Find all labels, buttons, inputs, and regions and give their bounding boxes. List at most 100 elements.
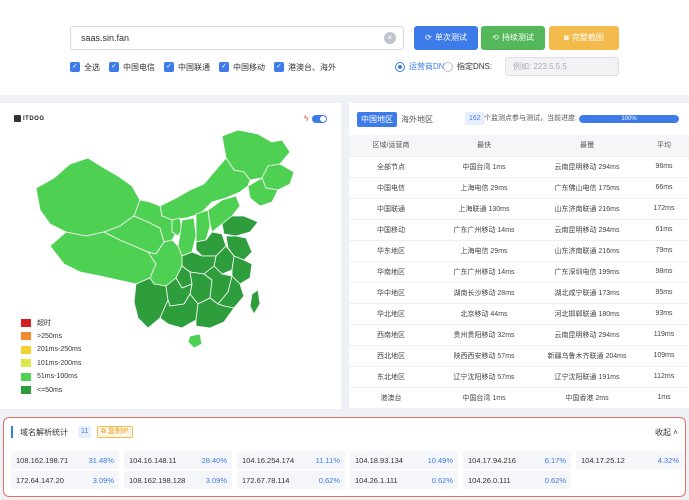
- ip-percentage: 0.62%: [431, 475, 453, 485]
- filter-unicom[interactable]: ✓ 中国联通: [164, 62, 210, 73]
- ip-percentage: 10.49%: [427, 455, 453, 465]
- section-accent-bar: [11, 426, 13, 438]
- check-icon[interactable]: ✓: [274, 62, 284, 72]
- region-taiwan[interactable]: [249, 289, 261, 315]
- legend-label: 101ms-200ms: [37, 359, 82, 367]
- tab-mainland[interactable]: 中国地区: [357, 112, 397, 127]
- legend-row: 201ms-250ms: [21, 343, 81, 357]
- logo-text: ITDOG: [23, 115, 45, 122]
- refresh-icon: ⟳: [425, 33, 432, 42]
- domain-search-box[interactable]: ×: [70, 26, 404, 50]
- cell-average: 66ms: [639, 177, 689, 199]
- tab-overseas[interactable]: 海外地区: [401, 112, 433, 127]
- region-jilin[interactable]: [261, 163, 295, 191]
- dns-isp-option[interactable]: 运营商DNS: [395, 61, 450, 72]
- cell-fastest: 中国台湾 1ms: [433, 156, 535, 178]
- cell-fastest: 陕西西安移动 57ms: [433, 345, 535, 367]
- cell-slowest: 辽宁沈阳联通 191ms: [535, 366, 639, 388]
- legend-swatch: [21, 386, 31, 395]
- cell-slowest: 山东济南联通 216ms: [535, 240, 639, 262]
- radio-icon[interactable]: [443, 61, 453, 72]
- ip-address: 172.67.78.114: [242, 475, 290, 485]
- filter-label: 中国联通: [178, 62, 210, 72]
- latency-stats-table: 区域/运营商 最快 最慢 平均 全部节点 中国台湾 1ms 云南昆明移动 294ms…: [349, 135, 689, 409]
- filter-telecom[interactable]: ✓ 中国电信: [109, 62, 155, 73]
- cell-average: 96ms: [639, 156, 689, 178]
- progress-fill: 100%: [579, 115, 679, 123]
- ip-address: 104.16.254.174: [242, 455, 295, 465]
- continuous-test-button[interactable]: ⟲ 持续测试: [481, 26, 545, 50]
- cell-average: 172ms: [639, 198, 689, 220]
- collapse-button[interactable]: 收起 ˄: [655, 427, 678, 438]
- ip-address: 104.26.1.111: [355, 475, 398, 485]
- table-row: 中国移动 广东广州移动 14ms 云南昆明移动 294ms 61ms: [349, 219, 689, 241]
- single-test-label: 单次测试: [434, 33, 467, 42]
- full-screenshot-button[interactable]: ◙ 完整截图: [549, 26, 619, 50]
- legend-swatch: [21, 372, 31, 381]
- ip-address: 104.17.94.216: [468, 455, 516, 465]
- node-count-badge: 162: [465, 112, 485, 125]
- ip-address: 104.16.148.11: [129, 455, 177, 465]
- check-icon[interactable]: ✓: [109, 62, 119, 72]
- full-screenshot-label: 完整截图: [571, 33, 604, 42]
- single-test-button[interactable]: ⟳ 单次测试: [414, 26, 478, 50]
- map-toggle-switch[interactable]: [312, 114, 328, 123]
- cell-fastest: 上海电信 29ms: [433, 240, 535, 262]
- legend-row: <=50ms: [21, 384, 81, 398]
- ip-percentage: 6.17%: [544, 455, 566, 465]
- cell-region: 中国电信: [349, 177, 433, 199]
- filter-select-all[interactable]: ✓ 全选: [70, 62, 100, 73]
- chevron-up-icon: ˄: [671, 428, 678, 437]
- ip-percentage: 3.09%: [92, 475, 114, 485]
- legend-label: 超时: [37, 319, 51, 327]
- ip-stat-item: 104.17.25.12 4.32%: [576, 451, 684, 469]
- collapse-label: 收起: [655, 428, 671, 437]
- ip-stat-item: 104.26.0.111 0.62%: [463, 471, 571, 489]
- lightning-icon: ϟ: [304, 114, 309, 123]
- check-icon[interactable]: ✓: [70, 62, 80, 72]
- filter-mobile[interactable]: ✓ 中国移动: [219, 62, 265, 73]
- cell-slowest: 广东佛山电信 175ms: [535, 177, 639, 199]
- ip-address: 108.162.198.128: [129, 475, 186, 485]
- cell-average: 98ms: [639, 261, 689, 283]
- table-row: 华东地区 上海电信 29ms 山东济南联通 216ms 79ms: [349, 240, 689, 262]
- check-icon[interactable]: ✓: [219, 62, 229, 72]
- table-row: 港澳台 中国台湾 1ms 中国香港 2ms 1ms: [349, 387, 689, 409]
- ip-stat-item: 104.26.1.111 0.62%: [350, 471, 458, 489]
- legend-swatch: [21, 359, 31, 368]
- radio-selected-icon[interactable]: [395, 61, 405, 72]
- legend-label: 201ms-250ms: [37, 346, 82, 354]
- ip-percentage: 0.62%: [318, 475, 340, 485]
- ip-percentage: 31.48%: [88, 455, 114, 465]
- cell-slowest: 广东深圳电信 199ms: [535, 261, 639, 283]
- carrier-filters: ✓ 全选 ✓ 中国电信 ✓ 中国联通 ✓ 中国移动 ✓ 港澳台、海外: [70, 61, 345, 73]
- legend-row: 101ms-200ms: [21, 357, 81, 371]
- cell-slowest: 中国香港 2ms: [535, 387, 639, 409]
- cell-region: 全部节点: [349, 156, 433, 178]
- col-region: 区域/运营商: [349, 135, 433, 157]
- cell-region: 西南地区: [349, 324, 433, 346]
- cell-fastest: 上海电信 29ms: [433, 177, 535, 199]
- cell-average: 109ms: [639, 345, 689, 367]
- filter-overseas[interactable]: ✓ 港澳台、海外: [274, 62, 336, 73]
- cell-slowest: 云南昆明移动 294ms: [535, 156, 639, 178]
- cell-region: 东北地区: [349, 366, 433, 388]
- cell-slowest: 云南昆明移动 294ms: [535, 219, 639, 241]
- clear-icon[interactable]: ×: [384, 32, 396, 44]
- cell-slowest: 新疆乌鲁木齐联通 204ms: [535, 345, 639, 367]
- dns-custom-option[interactable]: 指定DNS:: [443, 61, 492, 72]
- domain-input[interactable]: [71, 27, 371, 49]
- filter-label: 中国移动: [233, 62, 265, 72]
- progress-text: 个监测点参与测试，当前进度:: [484, 115, 577, 122]
- check-icon[interactable]: ✓: [164, 62, 174, 72]
- region-hainan[interactable]: [187, 333, 203, 349]
- stats-table-body: 全部节点 中国台湾 1ms 云南昆明移动 294ms 96ms 中国电信 上海电信 29m…: [349, 156, 689, 409]
- dns-custom-label: 指定DNS:: [457, 62, 493, 71]
- cell-slowest: 云南昆明移动 294ms: [535, 324, 639, 346]
- cell-average: 79ms: [639, 240, 689, 262]
- copy-ip-button[interactable]: ⧉ 复制IP: [97, 426, 133, 438]
- table-row: 华北地区 北京移动 44ms 河北邯郸联通 180ms 93ms: [349, 303, 689, 325]
- cell-slowest: 山东济南联通 216ms: [535, 198, 639, 220]
- custom-dns-input[interactable]: 例如: 223.5.5.5: [505, 57, 619, 76]
- filter-label: 港澳台、海外: [288, 62, 336, 72]
